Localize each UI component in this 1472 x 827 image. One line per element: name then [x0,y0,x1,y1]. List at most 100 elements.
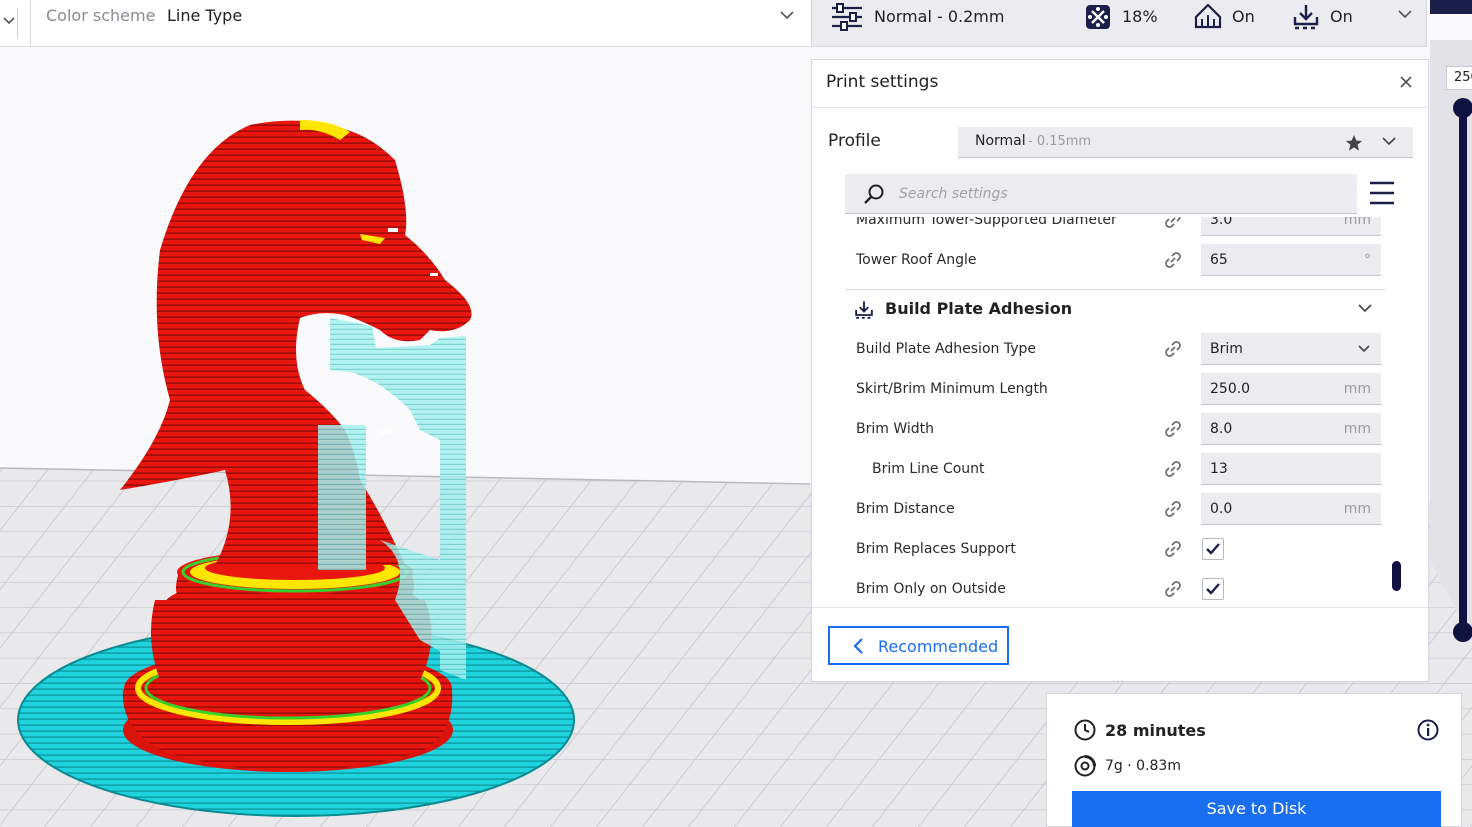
link-icon[interactable] [1163,250,1183,270]
settings-list[interactable]: Maximum Tower-Supported Diameter 3.0 mm … [812,217,1412,607]
setting-row-brim-only-outside: Brim Only on Outside [845,569,1385,607]
adhesion-icon [1293,4,1319,29]
menu-icon[interactable] [1369,180,1395,206]
chevron-down-icon [1358,304,1372,313]
setting-field[interactable]: 250.0 mm [1201,373,1381,405]
info-icon[interactable] [1417,719,1439,741]
panel-header: Print settings [812,60,1428,108]
material-estimate: 7g · 0.83m [1105,758,1181,774]
section-header-build-plate-adhesion[interactable]: Build Plate Adhesion [845,289,1385,327]
setting-value: 3.0 [1210,217,1233,228]
star-icon[interactable] [1345,134,1363,152]
recommended-button[interactable]: Recommended [828,626,1009,665]
infill-icon [1086,4,1110,29]
search-box[interactable] [845,174,1357,214]
setting-unit: mm [1343,217,1371,228]
panel-title: Print settings [826,72,939,92]
setting-label: Brim Distance [856,501,955,517]
profile-name: Normal [975,133,1026,149]
layer-slider-bottom-handle[interactable] [1453,622,1472,642]
setting-label: Brim Line Count [872,461,985,477]
chevron-down-icon [1358,345,1370,353]
setting-row-skirt-brim-min-length: Skirt/Brim Minimum Length 250.0 mm [845,369,1385,409]
search-input[interactable] [899,182,1339,206]
setting-row-tower-roof-angle: Tower Roof Angle 65 ° [845,240,1385,280]
setting-label: Maximum Tower-Supported Diameter [856,217,1117,228]
setting-value: 13 [1210,461,1228,477]
save-label: Save to Disk [1206,799,1307,818]
link-icon[interactable] [1163,419,1183,439]
setting-label: Build Plate Adhesion Type [856,341,1036,357]
color-scheme-select[interactable]: Line Type [167,6,242,25]
link-icon[interactable] [1163,579,1183,599]
chevron-left-icon [853,638,863,654]
setting-unit: mm [1343,381,1371,397]
recommended-label: Recommended [878,637,999,656]
setting-row-max-tower-diameter: Maximum Tower-Supported Diameter 3.0 mm [845,217,1385,240]
link-icon[interactable] [1163,339,1183,359]
profile-select[interactable]: Normal - 0.15mm [958,127,1413,158]
save-to-disk-button[interactable]: Save to Disk [1072,791,1441,827]
setting-field[interactable]: 13 [1201,453,1381,485]
adhesion-label: On [1330,7,1353,26]
setting-value: Brim [1210,341,1243,357]
profile-summary-label: Normal - 0.2mm [874,7,1005,26]
section-title: Build Plate Adhesion [885,299,1073,318]
settings-scrollbar[interactable] [1392,561,1401,591]
setting-value: 250.0 [1210,381,1251,397]
setting-row-brim-replaces-support: Brim Replaces Support [845,529,1385,569]
print-output-panel: 28 minutes 7g · 0.83m Save to Disk [1046,693,1462,827]
clock-icon [1074,719,1096,741]
support-icon [1194,2,1222,28]
setting-label: Skirt/Brim Minimum Length [856,381,1048,397]
toolbar-edge [1430,0,1472,14]
support-label: On [1232,7,1255,26]
setting-value: 65 [1210,252,1228,268]
adhesion-type-select[interactable]: Brim [1201,333,1381,365]
layer-slider-track[interactable] [1459,100,1467,634]
link-icon[interactable] [1163,459,1183,479]
profile-layer-height: - 0.15mm [1028,134,1092,149]
profile-summary[interactable]: Normal - 0.2mm [830,0,1004,33]
setting-unit: mm [1343,421,1371,437]
layer-number-input[interactable]: 250 [1446,66,1472,90]
profile-label: Profile [828,131,881,151]
color-scheme-label: Color scheme [46,6,156,25]
layer-number: 250 [1454,70,1472,85]
setting-field[interactable]: 65 ° [1201,244,1381,276]
layer-slider-top-handle[interactable] [1453,98,1472,118]
adhesion-icon [855,301,873,319]
setting-row-brim-distance: Brim Distance 0.0 mm [845,489,1385,529]
setting-label: Brim Width [856,421,935,437]
collapse-left-button[interactable] [0,8,18,38]
setting-label: Tower Roof Angle [856,252,977,268]
resize-handle[interactable]: ··· [1112,677,1125,688]
color-scheme-bar: Color scheme Line Type [0,0,810,47]
setting-field[interactable]: 3.0 mm [1201,217,1381,236]
divider [812,607,1428,608]
setting-field[interactable]: 8.0 mm [1201,413,1381,445]
print-setup-selector[interactable]: Normal - 0.2mm 18% On On [811,0,1427,47]
chevron-down-icon[interactable] [1396,7,1414,21]
close-icon[interactable] [1399,75,1413,89]
setting-row-brim-line-count: Brim Line Count 13 [845,449,1385,489]
adhesion-summary[interactable]: On [1292,0,1353,33]
infill-summary[interactable]: 18% [1084,0,1158,33]
brim-only-outside-checkbox[interactable] [1202,578,1224,600]
setting-unit: mm [1343,501,1371,517]
checkmark-icon [1206,543,1220,555]
link-icon[interactable] [1163,217,1183,230]
chevron-down-icon[interactable] [778,8,796,22]
infill-label: 18% [1122,7,1158,26]
support-summary[interactable]: On [1194,0,1255,33]
brim-replaces-support-checkbox[interactable] [1202,538,1224,560]
spool-icon [1074,755,1096,777]
chevron-down-icon [1382,137,1396,146]
setting-value: 8.0 [1210,421,1233,437]
print-settings-panel: Print settings Profile Normal - 0.15mm M… [811,59,1429,688]
setting-row-brim-width: Brim Width 8.0 mm [845,409,1385,449]
print-time: 28 minutes [1105,721,1206,740]
link-icon[interactable] [1163,539,1183,559]
setting-field[interactable]: 0.0 mm [1201,493,1381,525]
link-icon[interactable] [1163,499,1183,519]
